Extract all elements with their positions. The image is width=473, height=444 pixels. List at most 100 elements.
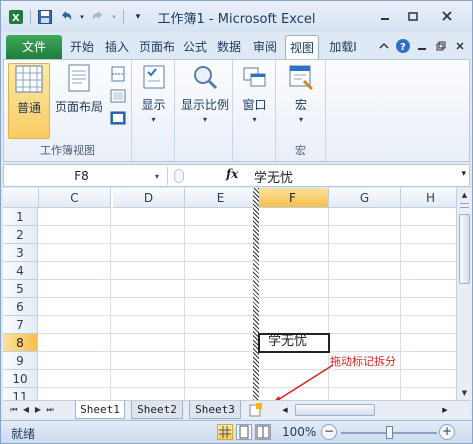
horizontal-scroll-thumb[interactable] [295, 404, 375, 416]
full-screen-icon[interactable] [110, 110, 126, 126]
sheet-tab-sheet1[interactable]: Sheet1 [75, 401, 125, 419]
scroll-up-icon[interactable]: ▲ [457, 188, 472, 202]
tab-formulas[interactable]: 公式 [180, 35, 210, 59]
show-icon [140, 63, 168, 94]
macros-label: 宏 [294, 98, 307, 112]
prev-sheet-icon[interactable]: ◀ [21, 403, 31, 417]
tab-view[interactable]: 视图 [285, 35, 319, 59]
macros-icon [287, 63, 315, 94]
group-show: 显示 ▾ [132, 60, 175, 161]
page-layout-label: 页面布局 [54, 100, 103, 114]
macros-button[interactable]: 宏 ▾ [282, 63, 320, 143]
scroll-left-icon[interactable]: ◀ [279, 403, 291, 417]
window-dropdown-icon: ▾ [252, 115, 257, 124]
horizontal-scrollbar[interactable]: ◀ ▶ [279, 403, 467, 417]
column-header-e[interactable]: E [185, 188, 257, 208]
window-button[interactable]: 窗口 ▾ [237, 63, 272, 143]
row-gridline [38, 351, 456, 352]
select-all-corner[interactable] [3, 188, 39, 208]
zoom-out-icon[interactable]: − [321, 424, 337, 440]
page-break-preview-icon[interactable] [110, 66, 126, 82]
name-box-dropdown-icon[interactable]: ▾ [155, 172, 167, 181]
zoom-slider-thumb[interactable] [386, 426, 393, 439]
collapse-ribbon-icon[interactable] [376, 38, 392, 54]
row-header-8[interactable]: 8 [3, 334, 38, 352]
tab-review[interactable]: 审阅 [249, 35, 281, 59]
tab-addins[interactable]: 加载I [323, 35, 363, 59]
column-header-c[interactable]: C [39, 188, 111, 208]
ribbon-tabs: 文件 开始 插入 页面布 公式 数据 审阅 视图 加载I ? [1, 32, 472, 59]
minimize-icon[interactable] [372, 6, 398, 26]
excel-window: X ▾ ▾ ▾ 工作簿1 - Microsoft Excel 文件 开始 插入 … [0, 0, 473, 444]
page-break-status-icon[interactable] [255, 424, 271, 440]
workbook-restore-icon[interactable] [433, 38, 449, 54]
column-gridline [400, 208, 401, 400]
row-gridline [38, 225, 456, 226]
column-header-d[interactable]: D [113, 188, 185, 208]
sheet-tab-sheet2[interactable]: Sheet2 [131, 401, 183, 419]
first-sheet-icon[interactable]: ⏮ [9, 403, 19, 417]
insert-sheet-icon[interactable] [249, 402, 263, 418]
name-box[interactable]: F8 ▾ [8, 167, 168, 185]
row-header-4[interactable]: 4 [3, 262, 38, 280]
group-macros-label: 宏 [295, 144, 306, 157]
sheet-tab-sheet3[interactable]: Sheet3 [189, 401, 241, 419]
show-label: 显示 [141, 98, 166, 112]
insert-function-icon[interactable]: fx [226, 167, 238, 181]
tab-file[interactable]: 文件 [6, 35, 62, 59]
ribbon: 普通 页面布局 工作簿视图 显示 ▾ 显示比例 ▾ 窗口 ▾ 宏 ▾ 宏 [3, 59, 470, 162]
tab-insert[interactable]: 插入 [102, 35, 132, 59]
window-label: 窗口 [242, 98, 267, 112]
scroll-right-icon[interactable]: ▶ [439, 403, 451, 417]
tab-page-layout[interactable]: 页面布 [137, 35, 177, 59]
split-annotation: 拖动标记拆分 [330, 355, 396, 368]
custom-views-icon[interactable] [110, 88, 126, 104]
row-header-1[interactable]: 1 [3, 208, 38, 226]
column-header-h[interactable]: H [401, 188, 456, 208]
normal-view-button[interactable]: 普通 [8, 63, 50, 139]
row-header-7[interactable]: 7 [3, 316, 38, 334]
formula-bar-resize-handle[interactable] [174, 169, 184, 183]
expand-formula-bar-icon[interactable]: ▾ [461, 169, 466, 179]
scroll-down-icon[interactable]: ▼ [457, 386, 472, 400]
normal-view-status-icon[interactable] [217, 424, 233, 440]
row-header-9[interactable]: 9 [3, 352, 38, 370]
row-header-10[interactable]: 10 [3, 370, 38, 388]
tab-data[interactable]: 数据 [214, 35, 244, 59]
vertical-scroll-thumb[interactable] [459, 214, 470, 284]
restore-icon[interactable] [400, 6, 426, 26]
group-workbook-views-label: 工作簿视图 [40, 144, 95, 157]
group-zoom: 显示比例 ▾ [175, 60, 233, 161]
tab-home[interactable]: 开始 [67, 35, 97, 59]
group-macros: 宏 ▾ 宏 [276, 60, 326, 161]
row-header-3[interactable]: 3 [3, 244, 38, 262]
vertical-scrollbar[interactable]: ▲ ▼ [456, 188, 472, 400]
workbook-minimize-icon[interactable] [414, 38, 430, 54]
page-layout-status-icon[interactable] [236, 424, 252, 440]
column-header-g[interactable]: G [329, 188, 401, 208]
close-icon[interactable] [428, 6, 466, 26]
zoom-button[interactable]: 显示比例 ▾ [179, 63, 231, 143]
page-layout-icon [64, 63, 94, 96]
row-header-6[interactable]: 6 [3, 298, 38, 316]
formula-content[interactable]: 学无忧 [254, 167, 293, 186]
window-controls [372, 6, 466, 26]
vertical-split-handle[interactable] [460, 203, 469, 208]
status-bar: 就绪 100% − + [1, 420, 472, 443]
row-header-2[interactable]: 2 [3, 226, 38, 244]
row-header-11[interactable]: 11 [3, 388, 38, 400]
row-gridline [38, 261, 456, 262]
split-bar[interactable] [253, 188, 259, 400]
help-icon[interactable]: ? [395, 38, 411, 54]
show-button[interactable]: 显示 ▾ [136, 63, 171, 143]
zoom-level[interactable]: 100% [282, 425, 316, 439]
column-header-f[interactable]: F [257, 188, 329, 208]
last-sheet-icon[interactable]: ⏭ [45, 403, 55, 417]
page-layout-view-button[interactable]: 页面布局 [54, 63, 104, 139]
row-header-5[interactable]: 5 [3, 280, 38, 298]
zoom-in-icon[interactable]: + [439, 424, 455, 440]
next-sheet-icon[interactable]: ▶ [33, 403, 43, 417]
row-gridline [38, 387, 456, 388]
active-cell[interactable]: 学无忧 [258, 333, 330, 353]
workbook-close-icon[interactable] [452, 38, 468, 54]
